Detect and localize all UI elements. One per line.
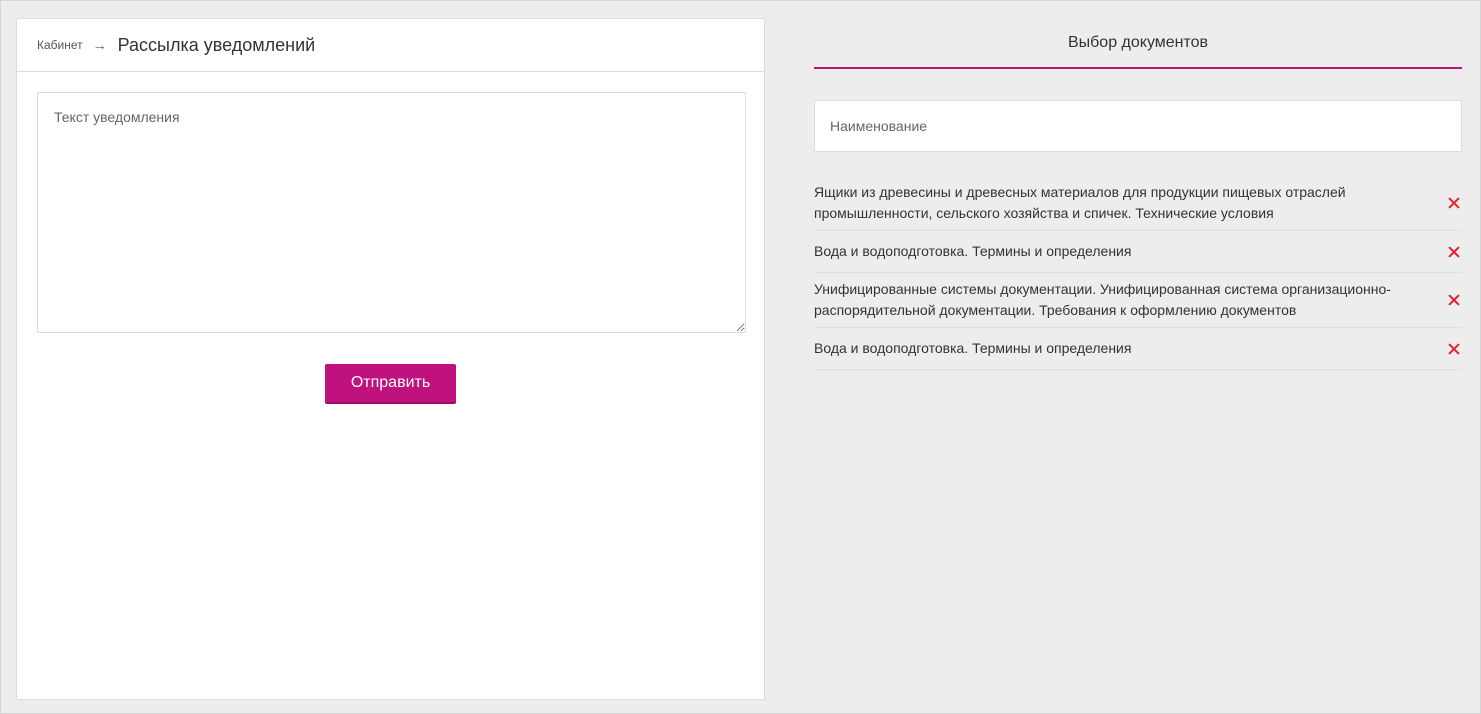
document-title: Вода и водоподготовка. Термины и определ… <box>814 243 1132 259</box>
arrow-right-icon: → <box>92 37 107 53</box>
close-icon[interactable] <box>1447 293 1461 307</box>
document-selection-panel: Выбор документов Ящики из древесины и др… <box>814 18 1462 370</box>
document-title: Ящики из древесины и древесных материало… <box>814 184 1346 221</box>
send-button[interactable]: Отправить <box>325 364 456 404</box>
notification-text-wrapper <box>37 92 746 333</box>
document-title: Унифицированные системы документации. Ун… <box>814 281 1391 318</box>
list-item: Вода и водоподготовка. Термины и определ… <box>814 328 1462 370</box>
close-icon[interactable] <box>1447 342 1461 356</box>
document-name-search-input[interactable] <box>814 100 1462 152</box>
notification-panel: Кабинет → Рассылка уведомлений Отправить <box>16 18 765 700</box>
list-item: Вода и водоподготовка. Термины и определ… <box>814 231 1462 273</box>
close-icon[interactable] <box>1447 196 1461 210</box>
breadcrumb-cabinet-link[interactable]: Кабинет <box>37 38 83 52</box>
selected-documents-list: Ящики из древесины и древесных материало… <box>814 176 1462 370</box>
close-icon[interactable] <box>1447 245 1461 259</box>
document-title: Вода и водоподготовка. Термины и определ… <box>814 340 1132 356</box>
document-selection-title: Выбор документов <box>814 18 1462 69</box>
list-item: Унифицированные системы документации. Ун… <box>814 273 1462 328</box>
notification-text-input[interactable] <box>37 92 746 333</box>
list-item: Ящики из древесины и древесных материало… <box>814 176 1462 231</box>
page-title: Рассылка уведомлений <box>117 34 316 55</box>
breadcrumb: Кабинет → Рассылка уведомлений <box>17 19 764 72</box>
